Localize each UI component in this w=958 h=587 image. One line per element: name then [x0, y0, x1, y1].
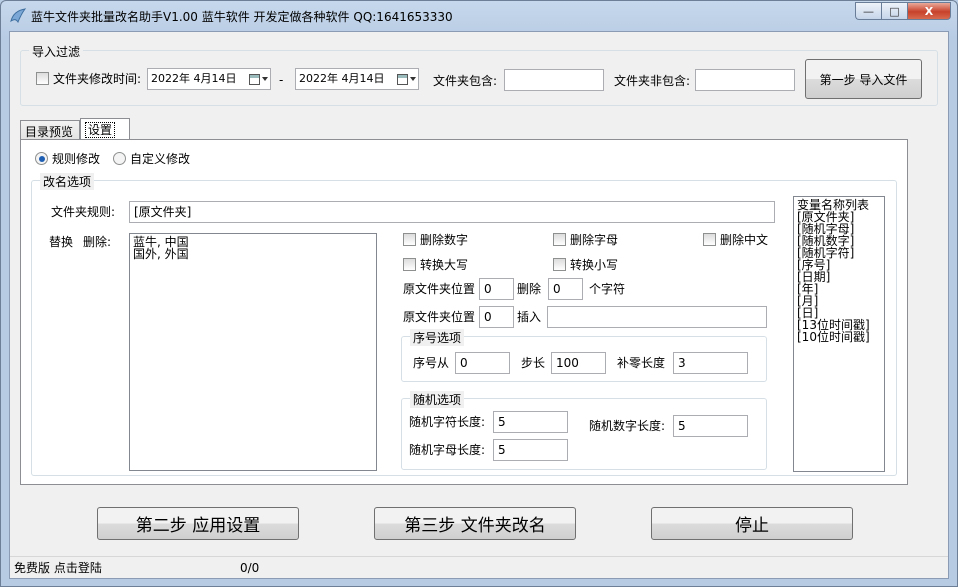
- delete-digits-checkbox-box[interactable]: [403, 233, 416, 246]
- sequence-options-title: 序号选项: [410, 329, 465, 346]
- random-char-length-label: 随机字符长度:: [409, 415, 486, 429]
- rule-mode-radio-circle[interactable]: [35, 152, 48, 165]
- calendar-icon: [248, 73, 260, 85]
- to-lower-checkbox-box[interactable]: [553, 258, 566, 271]
- exclude-label: 文件夹非包含:: [614, 74, 691, 88]
- date-to-picker[interactable]: 2022年 4月14日: [295, 68, 419, 90]
- to-upper-label: 转换大写: [420, 258, 469, 272]
- variable-list[interactable]: 变量名称列表 [原文件夹] [随机字母] [随机数字] [随机字符] [序号] …: [793, 196, 885, 472]
- random-char-length-input[interactable]: 5: [493, 411, 568, 433]
- step-input[interactable]: 100: [551, 352, 606, 374]
- date-separator: -: [279, 73, 284, 87]
- delete-letters-checkbox-box[interactable]: [553, 233, 566, 246]
- tab-settings-label: 设置: [85, 122, 116, 138]
- chevron-down-icon: [409, 77, 416, 81]
- random-digit-length-input[interactable]: 5: [673, 415, 748, 437]
- tab-directory-preview[interactable]: 目录预览: [20, 120, 80, 140]
- custom-mode-label: 自定义修改: [130, 152, 191, 166]
- delete-position-input[interactable]: 0: [479, 278, 514, 300]
- include-label: 文件夹包含:: [433, 74, 498, 88]
- exclude-input[interactable]: [695, 69, 795, 91]
- delete-digits-label: 删除数字: [420, 233, 469, 247]
- delete-position-label: 原文件夹位置: [403, 282, 476, 296]
- folder-rule-input[interactable]: [原文件夹]: [129, 201, 775, 223]
- custom-mode-radio[interactable]: 自定义修改: [113, 150, 190, 167]
- import-files-button[interactable]: 第一步 导入文件: [805, 59, 922, 99]
- close-button[interactable]: X: [907, 2, 951, 20]
- rule-mode-label: 规则修改: [52, 152, 101, 166]
- delete-word-label: 删除: [517, 282, 542, 296]
- tab-settings[interactable]: 设置: [80, 118, 130, 140]
- step-label: 步长: [521, 356, 546, 370]
- delete-count-input[interactable]: 0: [548, 278, 583, 300]
- rule-mode-radio[interactable]: 规则修改: [35, 150, 100, 167]
- rename-options-title: 改名选项: [40, 173, 95, 190]
- custom-mode-radio-circle[interactable]: [113, 152, 126, 165]
- include-input[interactable]: [504, 69, 604, 91]
- apply-settings-button[interactable]: 第二步 应用设置: [97, 507, 299, 540]
- to-lower-checkbox[interactable]: 转换小写: [553, 256, 618, 273]
- delete-digits-checkbox[interactable]: 删除数字: [403, 231, 468, 248]
- date-from-dropdown[interactable]: [248, 71, 268, 87]
- to-upper-checkbox-box[interactable]: [403, 258, 416, 271]
- folder-time-label: 文件夹修改时间:: [53, 72, 142, 86]
- delete-letters-label: 删除字母: [570, 233, 619, 247]
- window-controls: — □ X: [855, 2, 951, 20]
- window-title: 蓝牛文件夹批量改名助手V1.00 蓝牛软件 开发定做各种软件 QQ:164165…: [31, 10, 453, 24]
- folder-time-checkbox-box[interactable]: [36, 72, 49, 85]
- app-window: 蓝牛文件夹批量改名助手V1.00 蓝牛软件 开发定做各种软件 QQ:164165…: [0, 0, 958, 587]
- random-letter-length-label: 随机字母长度:: [409, 443, 486, 457]
- replace-label: 替换: [49, 235, 74, 249]
- to-upper-checkbox[interactable]: 转换大写: [403, 256, 468, 273]
- insert-text-input[interactable]: [547, 306, 767, 328]
- sequence-from-label: 序号从: [413, 356, 450, 370]
- maximize-button[interactable]: □: [881, 2, 907, 20]
- settings-panel: 规则修改 自定义修改 改名选项 文件夹规则: [原文件夹] 替换 删除: 蓝牛,…: [20, 139, 908, 485]
- delete-chinese-checkbox[interactable]: 删除中文: [703, 231, 768, 248]
- to-lower-label: 转换小写: [570, 258, 619, 272]
- insert-position-input[interactable]: 0: [479, 306, 514, 328]
- progress-count: 0/0: [240, 561, 260, 575]
- insert-position-label: 原文件夹位置: [403, 310, 476, 324]
- sequence-from-input[interactable]: 0: [455, 352, 510, 374]
- rename-folders-button[interactable]: 第三步 文件夹改名: [374, 507, 576, 540]
- title-bar[interactable]: 蓝牛文件夹批量改名助手V1.00 蓝牛软件 开发定做各种软件 QQ:164165…: [1, 1, 957, 31]
- variable-item[interactable]: [10位时间戳]: [797, 331, 881, 343]
- stop-button[interactable]: 停止: [651, 507, 853, 540]
- random-digit-length-label: 随机数字长度:: [589, 419, 666, 433]
- date-to-value: 2022年 4月14日: [299, 72, 385, 85]
- insert-label: 插入: [517, 310, 542, 324]
- status-bar: 免费版 点击登陆 0/0: [10, 556, 948, 578]
- calendar-icon: [396, 73, 408, 85]
- minimize-button[interactable]: —: [855, 2, 881, 20]
- date-to-dropdown[interactable]: [396, 71, 416, 87]
- date-from-picker[interactable]: 2022年 4月14日: [147, 68, 271, 90]
- delete-label: 删除:: [83, 235, 112, 249]
- login-status[interactable]: 免费版 点击登陆: [14, 560, 102, 576]
- client-area: 导入过滤 文件夹修改时间: 2022年 4月14日 - 2022年 4月14日 …: [9, 31, 949, 579]
- delete-letters-checkbox[interactable]: 删除字母: [553, 231, 618, 248]
- delete-chinese-checkbox-box[interactable]: [703, 233, 716, 246]
- zero-pad-input[interactable]: 3: [673, 352, 748, 374]
- random-options-title: 随机选项: [410, 391, 465, 408]
- date-from-value: 2022年 4月14日: [151, 72, 237, 85]
- delete-chinese-label: 删除中文: [720, 233, 769, 247]
- replace-rules-textarea[interactable]: 蓝牛, 中国 国外, 外国: [129, 233, 377, 471]
- random-letter-length-input[interactable]: 5: [493, 439, 568, 461]
- replace-rule-line: 国外, 外国: [133, 247, 189, 261]
- import-filter-title: 导入过滤: [29, 43, 84, 60]
- app-logo-icon: [10, 8, 27, 24]
- folder-rule-label: 文件夹规则:: [51, 205, 116, 219]
- folder-time-checkbox[interactable]: 文件夹修改时间:: [36, 70, 141, 87]
- chevron-down-icon: [261, 77, 268, 81]
- zero-pad-label: 补零长度: [617, 356, 666, 370]
- chars-label: 个字符: [589, 282, 626, 296]
